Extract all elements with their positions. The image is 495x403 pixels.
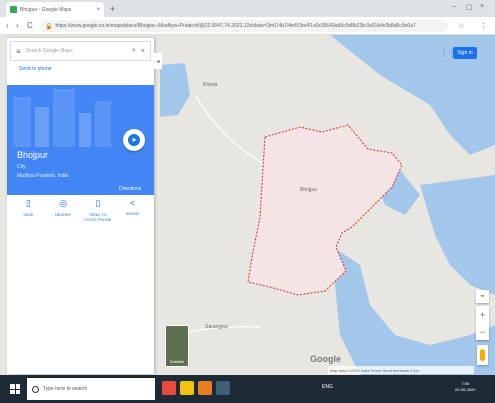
reservoir-shape (420, 175, 495, 295)
share-icon: < (129, 198, 136, 208)
forward-button[interactable]: › (16, 21, 19, 30)
search-icon[interactable]: ⌕ (132, 47, 136, 55)
clock-date: 09-05-2020 (455, 387, 476, 392)
chrome-icon[interactable] (198, 381, 212, 395)
browser-tab[interactable]: Bhojpur - Google Maps × (6, 2, 104, 17)
windows-taskbar: Type here to search ENG 7:55 09-05-2020 (0, 375, 495, 403)
zoom-in-button[interactable]: + (476, 306, 489, 323)
taskbar-search-input[interactable]: Type here to search (27, 378, 155, 400)
satellite-label: Satellite (169, 359, 185, 364)
save-button[interactable]: ▯ SAVE (13, 198, 43, 232)
map-attribution: Map data ©2020 India Terms Send feedback… (328, 366, 474, 374)
taskbar-app-icon[interactable] (216, 381, 230, 395)
place-hero: Bhojpur City Madhya Pradesh, India ➤ Dir… (7, 85, 154, 195)
zoom-control: + − (476, 306, 489, 340)
file-explorer-icon[interactable] (180, 381, 194, 395)
back-button[interactable]: ‹ (6, 21, 9, 30)
minimize-button[interactable]: – (452, 3, 456, 10)
map-label-sarangpur: Sarangpur (205, 324, 229, 330)
google-logo: Google (310, 354, 341, 364)
nearby-button[interactable]: ◎ NEARBY (48, 198, 78, 232)
place-type: City (17, 164, 26, 170)
bookmark-star-icon[interactable]: ☆ (458, 22, 464, 30)
search-input[interactable]: ≡ Search Google Maps ⌕ × (10, 41, 151, 61)
place-title: Bhojpur (17, 150, 49, 160)
new-tab-button[interactable]: + (110, 4, 115, 14)
directions-label: Directions (119, 186, 142, 192)
share-label: SHARE (125, 211, 140, 216)
sign-in-button[interactable]: Sign in (453, 47, 477, 59)
street-view-pegman[interactable] (477, 345, 488, 365)
browser-tab-bar: Bhojpur - Google Maps × + – ▢ × (0, 0, 495, 17)
bookmark-icon: ▯ (25, 198, 31, 208)
place-actions: ▯ SAVE ◎ NEARBY ▯ SEND TO YOUR PHONE < S… (7, 198, 154, 232)
search-icon (32, 385, 39, 393)
phone-icon: ▯ (95, 198, 101, 208)
tab-title: Bhojpur - Google Maps (20, 6, 72, 13)
reload-button[interactable]: C (27, 21, 33, 30)
search-text: Search Google Maps (25, 48, 73, 54)
send-to-phone-button[interactable]: ▯ SEND TO YOUR PHONE (83, 198, 113, 232)
directions-button[interactable]: ➤ (123, 129, 145, 151)
map-label-bhojpur: Bhojpur (300, 187, 318, 193)
place-info-panel: ≡ Search Google Maps ⌕ × Send to phone B… (7, 38, 154, 374)
taskbar-clock[interactable]: 7:55 09-05-2020 (455, 381, 475, 393)
my-location-button[interactable]: ⌖ (476, 290, 489, 303)
menu-icon[interactable]: ≡ (16, 47, 21, 56)
directions-icon: ➤ (128, 134, 140, 146)
taskbar-app-icon[interactable] (162, 381, 176, 395)
collapse-panel-button[interactable]: ◂ (154, 53, 162, 69)
pegman-icon (480, 349, 485, 361)
nearby-label: NEARBY (54, 212, 72, 217)
address-bar: ‹ › C 🔒 https://www.google.co.in/maps/pl… (0, 17, 495, 35)
lock-icon: 🔒 (45, 23, 53, 30)
url-input[interactable]: 🔒 https://www.google.co.in/maps/place/Bh… (40, 20, 448, 32)
lake-shape (160, 63, 190, 117)
maps-favicon-icon (10, 6, 17, 13)
send-to-phone-link[interactable]: Send to phone (19, 66, 52, 72)
nearby-icon: ◎ (59, 198, 68, 208)
maximize-button[interactable]: ▢ (466, 3, 473, 11)
close-window-button[interactable]: × (480, 3, 484, 10)
satellite-layer-toggle[interactable]: Satellite (165, 325, 189, 367)
close-icon[interactable]: × (141, 48, 145, 55)
zoom-out-button[interactable]: − (476, 323, 489, 340)
url-text: https://www.google.co.in/maps/place/Bhoj… (55, 23, 416, 29)
windows-start-icon[interactable] (10, 384, 20, 394)
tray-language[interactable]: ENG (322, 384, 333, 390)
tab-close-icon[interactable]: × (96, 7, 100, 13)
share-button[interactable]: < SHARE (118, 198, 148, 232)
place-region: Madhya Pradesh, India (17, 173, 69, 179)
highlighted-region (247, 124, 403, 296)
save-label: SAVE (23, 212, 34, 217)
send-to-phone-label: SEND TO YOUR PHONE (84, 212, 112, 222)
browser-menu-icon[interactable]: ⋮ (480, 22, 487, 30)
map-label-kheda: Kheda (203, 82, 218, 88)
taskbar-search-text: Type here to search (43, 386, 88, 392)
